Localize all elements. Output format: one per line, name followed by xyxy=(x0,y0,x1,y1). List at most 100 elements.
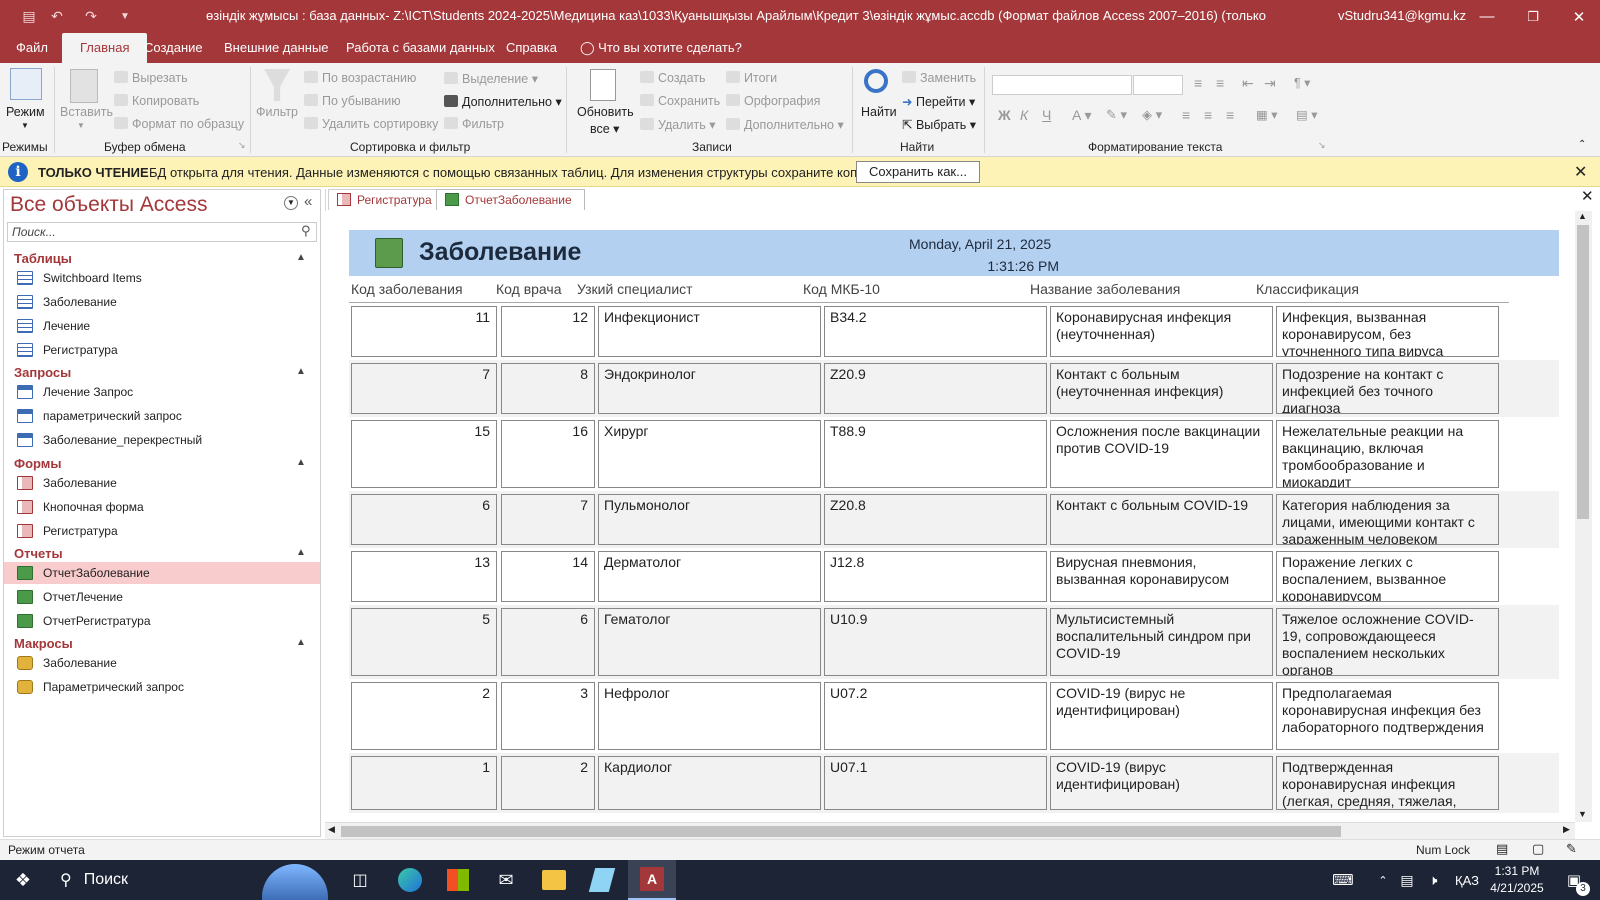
nav-item-form[interactable]: Заболевание xyxy=(4,472,320,494)
minimize-icon[interactable]: — xyxy=(1464,0,1510,33)
tell-me-search[interactable]: ◯ Что вы хотите сделать? xyxy=(576,33,746,63)
task-view-icon[interactable]: ◫ xyxy=(338,860,382,900)
notes-app-icon[interactable] xyxy=(580,860,624,900)
vertical-scrollbar[interactable]: ▲ ▼ xyxy=(1575,211,1592,822)
tab-database-tools[interactable]: Работа с базами данных xyxy=(342,33,499,63)
horizontal-scrollbar[interactable]: ◀ ▶ xyxy=(325,822,1575,839)
toggle-filter-button[interactable]: Фильтр xyxy=(444,117,504,131)
numbering-icon[interactable]: ≡ xyxy=(1216,75,1224,91)
refresh-all-button[interactable]: Обновить xyxy=(577,105,634,119)
keyboard-icon[interactable]: ⌨ xyxy=(1326,860,1360,900)
nav-menu-icon[interactable]: ▼ xyxy=(284,196,298,210)
selection-button[interactable]: Выделение ▾ xyxy=(444,71,538,86)
find-button[interactable]: Найти xyxy=(861,105,897,119)
align-left-icon[interactable]: ≡ xyxy=(1182,107,1190,123)
tab-home[interactable]: Главная xyxy=(62,33,148,63)
restore-icon[interactable]: ❐ xyxy=(1510,0,1556,33)
nav-group-reports[interactable]: Отчеты xyxy=(14,546,63,561)
network-icon[interactable]: ▤ xyxy=(1396,860,1418,900)
nav-item-query[interactable]: параметрический запрос xyxy=(4,405,320,427)
user-account[interactable]: vStudru341@kgmu.kz xyxy=(1338,8,1466,23)
refresh-icon[interactable] xyxy=(590,69,616,101)
paste-button[interactable]: Вставить xyxy=(60,105,113,119)
edge-browser-icon[interactable] xyxy=(388,860,432,900)
dialog-launcher-icon[interactable]: ↘ xyxy=(238,140,246,151)
copy-button[interactable]: Копировать xyxy=(114,94,199,108)
nav-item-macro[interactable]: Параметрический запрос xyxy=(4,676,320,698)
collapse-nav-icon[interactable]: « xyxy=(304,193,312,210)
collapse-group-icon[interactable]: ▲ xyxy=(296,366,306,377)
layout-view-icon[interactable]: ✎ xyxy=(1566,841,1577,857)
remove-sort-button[interactable]: Удалить сортировку xyxy=(304,117,438,131)
tab-report-zabolevanie[interactable]: ОтчетЗаболевание xyxy=(436,189,585,210)
alternate-row-color-icon[interactable]: ▤ ▾ xyxy=(1296,107,1318,122)
nav-item-table[interactable]: Лечение xyxy=(4,315,320,337)
search-icon[interactable]: ⚲ xyxy=(301,223,311,239)
bold-button[interactable]: Ж xyxy=(998,107,1011,123)
tab-file[interactable]: Файл xyxy=(12,33,52,63)
undo-icon[interactable]: ↶ xyxy=(46,6,68,26)
font-color-icon[interactable]: A ▾ xyxy=(1072,107,1091,124)
file-explorer-icon[interactable] xyxy=(532,860,576,900)
show-hidden-icons-icon[interactable]: ⌃ xyxy=(1374,860,1392,900)
scroll-thumb[interactable] xyxy=(341,826,1341,837)
save-as-button[interactable]: Сохранить как... xyxy=(856,161,980,183)
close-message-bar-icon[interactable]: ✕ xyxy=(1574,162,1587,182)
scroll-thumb[interactable] xyxy=(1577,225,1589,519)
volume-icon[interactable]: 🕨 xyxy=(1422,860,1444,900)
align-right-icon[interactable]: ≡ xyxy=(1226,107,1234,123)
tab-registratura[interactable]: Регистратура xyxy=(328,189,445,210)
filter-icon[interactable] xyxy=(264,69,290,101)
print-preview-icon[interactable]: ▢ xyxy=(1532,841,1544,857)
clock-time[interactable]: 1:31 PM xyxy=(1488,864,1546,878)
tab-help[interactable]: Справка xyxy=(502,33,561,63)
more-records-button[interactable]: Дополнительно ▾ xyxy=(726,117,844,132)
delete-record-button[interactable]: Удалить ▾ xyxy=(640,117,715,132)
scroll-right-icon[interactable]: ▶ xyxy=(1563,824,1570,835)
italic-button[interactable]: К xyxy=(1020,107,1028,123)
totals-button[interactable]: Итоги xyxy=(726,71,777,85)
filter-button[interactable]: Фильтр xyxy=(256,105,298,119)
fill-color-icon[interactable]: ◈ ▾ xyxy=(1142,107,1162,123)
view-dropdown-icon[interactable]: ▼ xyxy=(21,121,29,130)
font-name-combo[interactable] xyxy=(992,75,1132,95)
nav-item-table[interactable]: Заболевание xyxy=(4,291,320,313)
scroll-left-icon[interactable]: ◀ xyxy=(328,824,335,835)
highlight-icon[interactable]: ✎ ▾ xyxy=(1106,107,1127,123)
redo-icon[interactable]: ↷ xyxy=(80,6,102,26)
nav-item-table[interactable]: Регистратура xyxy=(4,339,320,361)
cut-button[interactable]: Вырезать xyxy=(114,71,188,85)
collapse-group-icon[interactable]: ▲ xyxy=(296,252,306,263)
clock-date[interactable]: 4/21/2025 xyxy=(1486,881,1548,895)
nav-item-table[interactable]: Switchboard Items xyxy=(4,267,320,289)
collapse-group-icon[interactable]: ▲ xyxy=(296,637,306,648)
notifications-icon[interactable]: ▣ xyxy=(1554,860,1594,900)
sort-descending-button[interactable]: По убыванию xyxy=(304,94,401,108)
mail-icon[interactable]: ✉ xyxy=(484,860,528,900)
collapse-group-icon[interactable]: ▲ xyxy=(296,457,306,468)
nav-item-report-selected[interactable]: ОтчетЗаболевание xyxy=(4,562,320,584)
paste-dropdown-icon[interactable]: ▼ xyxy=(77,121,85,130)
find-icon[interactable] xyxy=(864,69,888,93)
nav-title[interactable]: Все объекты Access xyxy=(10,193,208,217)
select-button[interactable]: ⇱ Выбрать ▾ xyxy=(902,117,976,132)
report-view-icon[interactable]: ▤ xyxy=(1496,841,1508,857)
indent-increase-icon[interactable]: ⇥ xyxy=(1264,75,1276,92)
nav-group-tables[interactable]: Таблицы xyxy=(14,251,72,266)
nav-item-report[interactable]: ОтчетРегистратура xyxy=(4,610,320,632)
scroll-up-icon[interactable]: ▲ xyxy=(1578,211,1587,221)
dialog-launcher-icon[interactable]: ↘ xyxy=(1318,140,1326,151)
goto-button[interactable]: ➜ Перейти ▾ xyxy=(902,94,975,109)
nav-group-queries[interactable]: Запросы xyxy=(14,365,71,380)
advanced-filter-button[interactable]: Дополнительно ▾ xyxy=(444,94,562,109)
language-indicator[interactable]: ҚАЗ xyxy=(1450,860,1484,900)
scroll-down-icon[interactable]: ▼ xyxy=(1578,809,1587,819)
windows-start-icon[interactable]: ❖ xyxy=(0,860,46,900)
customize-qat-icon[interactable]: ▼ xyxy=(114,6,136,26)
close-document-icon[interactable]: ✕ xyxy=(1581,187,1594,205)
nav-search-input[interactable]: Поиск... xyxy=(7,222,317,242)
align-center-icon[interactable]: ≡ xyxy=(1204,107,1212,123)
nav-item-query[interactable]: Заболевание_перекрестный xyxy=(4,429,320,451)
nav-item-macro[interactable]: Заболевание xyxy=(4,652,320,674)
nav-item-form[interactable]: Кнопочная форма xyxy=(4,496,320,518)
